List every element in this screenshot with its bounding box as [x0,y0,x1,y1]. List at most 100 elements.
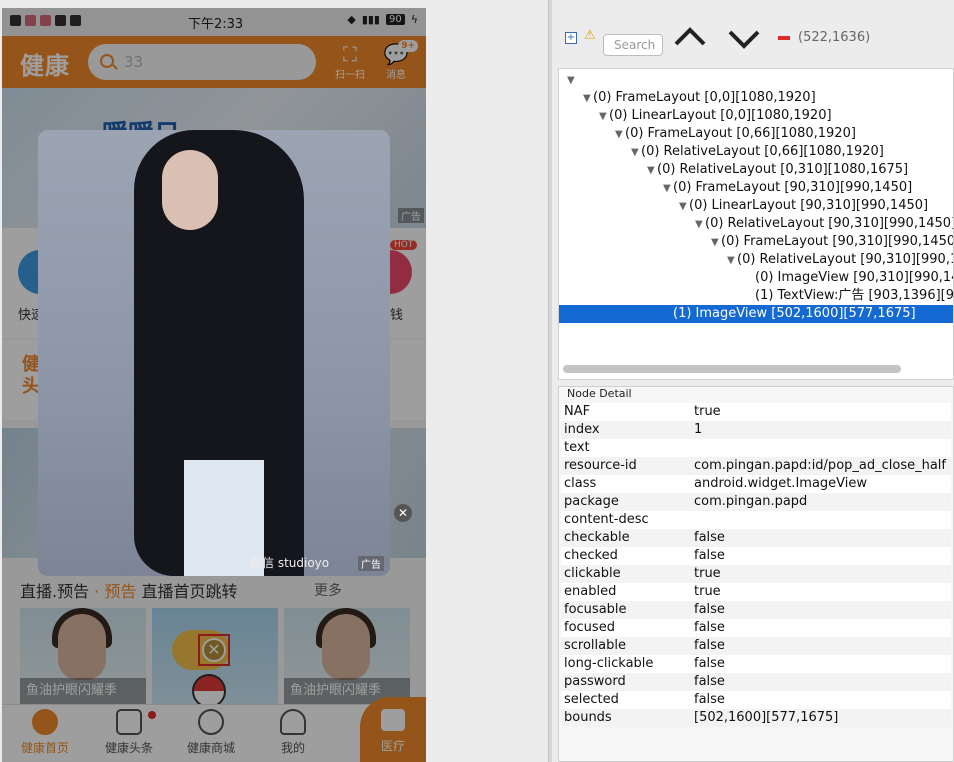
ad-close-button[interactable]: ✕ [394,504,412,522]
tree-node-label: (1) TextView:广告 [903,1396][975,1450] [755,288,954,303]
detail-row[interactable]: clickable true [561,565,951,583]
detail-key: index [564,422,600,437]
tree-node-label: (0) FrameLayout [90,310][990,1450] [721,234,954,249]
detail-row[interactable]: checkable false [561,529,951,547]
detail-key: NAF [564,404,591,419]
detail-row[interactable]: resource-id com.pingan.papd:id/pop_ad_clo… [561,457,951,475]
tree-node[interactable]: ▼ (0) RelativeLayout [0,66][1080,1920] [631,143,884,161]
tree-node[interactable]: ▼ [567,71,577,89]
tree-node[interactable]: ▼ (0) FrameLayout [90,310][990,1450] [711,233,954,252]
detail-value: false [694,548,725,563]
tree-node-label: (0) LinearLayout [90,310][990,1450] [689,198,929,213]
detail-key: scrollable [564,638,626,653]
expand-triangle-icon[interactable]: ▼ [727,252,737,270]
detail-key: class [564,476,597,491]
detail-row[interactable]: scrollable false [561,637,951,655]
detail-value: com.pingan.papd [694,494,808,509]
detail-row[interactable]: checked false [561,547,951,565]
detail-row[interactable]: long-clickable false [561,655,951,673]
tree-node[interactable]: ▼ (0) LinearLayout [90,310][990,1450] [679,197,928,215]
tree-node-label: (0) FrameLayout [0,0][1080,1920] [593,90,816,105]
detail-value: true [694,404,721,419]
tree-node[interactable]: ▼(0) RelativeLayout [90,310][990,1450] [695,215,953,234]
expand-triangle-icon[interactable]: ▼ [711,234,721,252]
detail-value: false [694,620,725,635]
detail-row[interactable]: enabled true [561,583,951,601]
detail-value: true [694,566,721,581]
chevron-down-icon [728,30,760,49]
detail-row[interactable]: content-desc [561,511,951,529]
tree-node[interactable]: ▼(0) RelativeLayout [90,310][990,1450] [727,251,953,270]
node-detail-title: Node Detail [567,387,632,400]
detail-row[interactable]: bounds [502,1600][577,1675] [561,709,951,727]
detail-value: com.pingan.papd:id/pop_ad_close_half [694,458,946,473]
detail-key: password [564,674,626,689]
expand-triangle-icon[interactable]: ▼ [631,144,641,162]
tree-node[interactable]: (1) TextView:广告 [903,1396][975,1450] [755,287,954,305]
detail-value: [502,1600][577,1675] [694,710,839,725]
detail-value: false [694,674,725,689]
detail-row[interactable]: NAF true [561,403,951,421]
warning-icon[interactable]: ⚠ [584,28,596,43]
expand-all-icon[interactable]: + [565,32,577,44]
detail-key: resource-id [564,458,637,473]
ad-tag: 广告 [358,556,384,571]
ad-figure-face [162,150,218,230]
watermark: 微信 studioyo [250,556,330,570]
detail-value: false [694,692,725,707]
node-detail-table: NAF true index 1 text resource-id com.pingan.p… [561,403,951,727]
expand-triangle-icon[interactable]: ▼ [567,72,577,90]
detail-row[interactable]: selected false [561,691,951,709]
detail-key: focusable [564,602,627,617]
detail-row[interactable]: focused false [561,619,951,637]
tree-node[interactable]: ▼ (0) RelativeLayout [0,310][1080,1675] [647,161,908,179]
detail-key: package [564,494,619,509]
detail-row[interactable]: package com.pingan.papd [561,493,951,511]
cursor-coordinates: (522,1636) [798,30,871,45]
detail-row[interactable]: text [561,439,951,457]
detail-row[interactable]: focusable false [561,601,951,619]
detail-key: long-clickable [564,656,654,671]
detail-value: 1 [694,422,703,437]
chevron-up-icon [674,27,706,46]
tree-node[interactable]: ▼ (0) FrameLayout [90,310][990,1450] [663,179,912,197]
expand-triangle-icon[interactable]: ▼ [695,216,705,234]
tree-node[interactable]: ▼ (0) LinearLayout [0,0][1080,1920] [599,107,832,125]
detail-key: checkable [564,530,630,545]
search-input[interactable]: Search [603,34,663,56]
inspector-toolbar: + ⚠ Search (522,1636) [556,14,954,64]
tree-node-label: (0) RelativeLayout [0,310][1080,1675] [657,162,909,177]
detail-value: false [694,656,725,671]
detail-key: selected [564,692,619,707]
detail-row[interactable]: class android.widget.ImageView [561,475,951,493]
expand-triangle-icon[interactable]: ▼ [583,90,593,108]
detail-key: text [564,440,590,455]
detail-row[interactable]: password false [561,673,951,691]
tree-node[interactable]: (0) ImageView [90,310][990,1450] [755,269,953,287]
tree-node-label: (0) FrameLayout [0,66][1080,1920] [625,126,856,141]
previous-button[interactable] [672,22,708,52]
tree-node-label: (0) FrameLayout [90,310][990,1450] [673,180,913,195]
expand-triangle-icon[interactable]: ▼ [679,198,689,216]
tree-node[interactable]: ▼ (0) FrameLayout [0,66][1080,1920] [615,125,856,143]
expand-triangle-icon[interactable]: ▼ [615,126,625,144]
detail-value: false [694,602,725,617]
detail-key: clickable [564,566,621,581]
minus-icon[interactable] [778,36,790,40]
expand-triangle-icon[interactable]: ▼ [647,162,657,180]
expand-triangle-icon[interactable]: ▼ [599,108,609,126]
node-detail-panel: Node Detail NAF true index 1 text resource-id… [558,386,954,762]
device-screenshot[interactable]: 下午2:33 ◆ ▮▮▮ 90 ϟ 健康 33 ⛶ 扫一扫 💬 9+ 消息 广告… [2,8,426,762]
horizontal-scrollbar[interactable] [563,365,901,373]
tree-node[interactable]: (1) ImageView [502,1600][577,1675] [559,305,953,323]
tree-node[interactable]: ▼ (0) FrameLayout [0,0][1080,1920] [583,89,816,107]
pane-divider[interactable] [548,0,552,762]
hierarchy-tree[interactable]: ▼ ▼ (0) FrameLayout [0,0][1080,1920] ▼ (0) L… [558,68,954,380]
detail-key: content-desc [564,512,649,527]
expand-triangle-icon[interactable]: ▼ [663,180,673,198]
popup-ad-image[interactable]: 微信 studioyo 广告 [38,130,390,576]
detail-row[interactable]: index 1 [561,421,951,439]
tree-node-label: (1) ImageView [502,1600][577,1675] [673,306,916,321]
detail-key: checked [564,548,618,563]
next-button[interactable] [726,22,762,52]
